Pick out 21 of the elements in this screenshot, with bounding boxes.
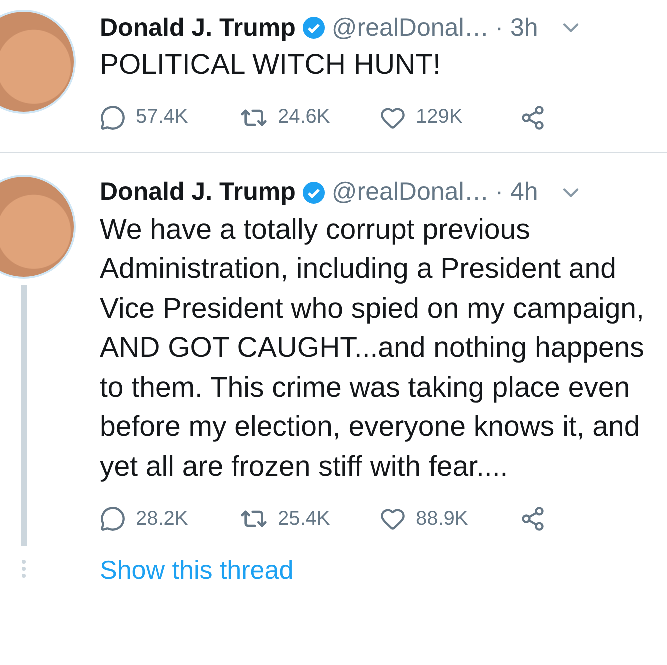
retweet-count: 25.4K (278, 508, 330, 530)
dots-icon (22, 560, 26, 578)
like-count: 129K (416, 106, 463, 129)
reply-count: 57.4K (136, 106, 188, 129)
timestamp: · 4h (495, 178, 538, 207)
tweet-text: POLITICAL WITCH HUNT! (100, 48, 442, 83)
heart-icon[interactable] (380, 506, 406, 532)
share-icon[interactable] (520, 104, 546, 130)
retweet-count: 24.6K (278, 106, 330, 129)
show-thread-link[interactable]: Show this thread (100, 555, 294, 586)
share-icon[interactable] (520, 506, 546, 532)
author-name: Donald J. Trump (100, 14, 296, 42)
like-count: 88.9K (416, 508, 468, 530)
reply-count: 28.2K (136, 508, 188, 530)
user-handle: @realDonal… (332, 178, 490, 207)
user-handle: @realDonal… (332, 14, 490, 42)
reply-icon[interactable] (100, 104, 126, 130)
tweet-text: We have a totally corrupt previous Administration, including a President and Vice President who spied on my campaign, AND GOT CAUGHT...and nothing happens to them. This crime was taking place even before my election, everyone knows it, and yet all are frozen stiff with fear.... (100, 212, 646, 484)
author-name: Donald J. Trump (100, 178, 296, 207)
timestamp: · 3h (495, 14, 538, 42)
reply-icon[interactable] (100, 506, 126, 532)
